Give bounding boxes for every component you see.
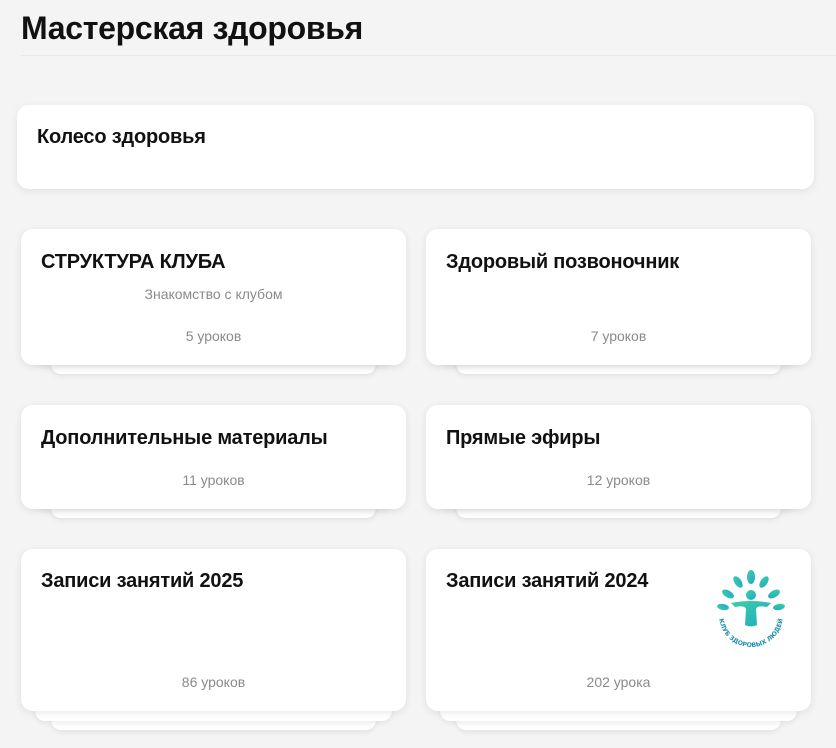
course-card-health-wheel[interactable]: Колесо здоровья [17,105,814,189]
lesson-count: 12 уроков [586,472,651,488]
page-title: Мастерская здоровья [21,10,364,46]
lesson-count: 202 урока [586,674,651,690]
lesson-count: 5 уроков [185,328,242,344]
course-card-title: Записи занятий 2025 [41,570,244,592]
lesson-count: 11 уроков [182,472,245,488]
title-divider [21,55,836,56]
course-card-subtitle: Знакомство с клубом [144,286,283,302]
course-card-body[interactable]: СТРУКТУРА КЛУБА Знакомство с клубом 5 ур… [21,229,406,365]
course-card-title: Прямые эфиры [446,427,601,449]
lesson-count: 7 уроков [590,328,647,344]
course-card-club-structure[interactable]: СТРУКТУРА КЛУБА Знакомство с клубом 5 ур… [21,229,406,384]
course-card-title: СТРУКТУРА КЛУБА [41,251,226,273]
course-card-body[interactable]: Записи занятий 2025 86 уроков [21,549,406,711]
course-card-healthy-spine[interactable]: Здоровый позвоночник 7 уроков [426,229,811,384]
course-card-title: Колесо здоровья [37,126,206,148]
course-card-live-streams[interactable]: Прямые эфиры 12 уроков [426,405,811,528]
course-card-body[interactable]: Прямые эфиры 12 уроков [426,405,811,509]
course-card-body[interactable]: Записи занятий 2024 КЛУБ ЗДОРОВЫХ ЛЮДЕЙ … [426,549,811,711]
course-card-title: Записи занятий 2024 [446,570,649,592]
course-card-body[interactable]: Здоровый позвоночник 7 уроков [426,229,811,365]
course-card-recordings-2024[interactable]: Записи занятий 2024 КЛУБ ЗДОРОВЫХ ЛЮДЕЙ … [426,549,811,730]
course-card-recordings-2025[interactable]: Записи занятий 2025 86 уроков [21,549,406,730]
tree-person-logo-icon: КЛУБ ЗДОРОВЫХ ЛЮДЕЙ [717,570,785,649]
course-card-body[interactable]: Дополнительные материалы 11 уроков [21,405,406,509]
course-card-title: Дополнительные материалы [41,427,328,449]
lesson-count: 86 уроков [181,674,246,690]
course-card-title: Здоровый позвоночник [446,251,680,273]
course-card-additional-materials[interactable]: Дополнительные материалы 11 уроков [21,405,406,528]
